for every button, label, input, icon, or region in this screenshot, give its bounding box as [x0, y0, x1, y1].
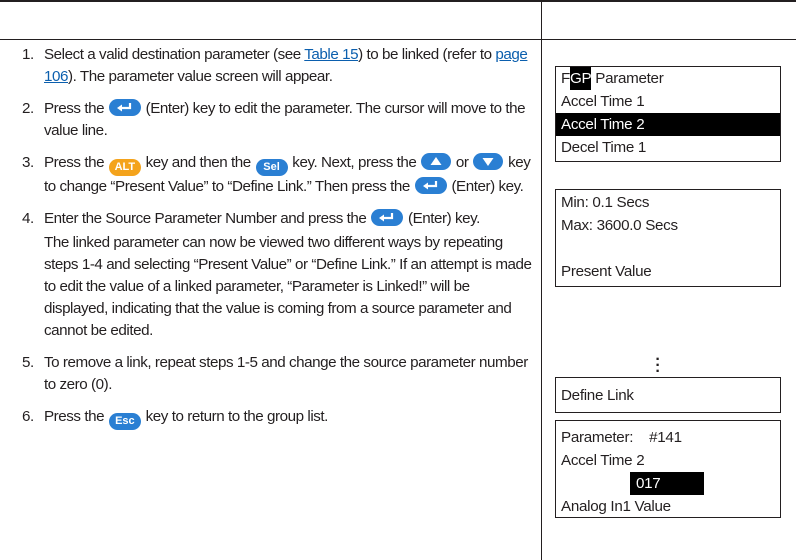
- lcd-min-value: Min: 0.1 Secs: [561, 194, 650, 211]
- lcd-present-value: Present Value: [561, 263, 652, 280]
- step-text: Select a valid destination parameter (se…: [44, 46, 305, 63]
- table-header-rule: [0, 39, 796, 40]
- down-arrow-key-icon: [473, 153, 504, 170]
- alt-key-icon: ALT: [108, 159, 141, 176]
- step-text: or: [452, 154, 473, 171]
- step-number: 4.: [22, 210, 34, 227]
- enter-key-icon: [108, 99, 141, 116]
- lcd-title: FGP Parameter: [556, 67, 780, 90]
- enter-key-icon: [414, 177, 447, 194]
- lcd-max-value: Max: 3600.0 Secs: [561, 217, 678, 234]
- step-text: key. Next, press the: [288, 154, 421, 171]
- step-6: 6. Press the Esc key to return to the gr…: [22, 406, 534, 430]
- step-number: 3.: [22, 154, 34, 171]
- step-text: ) to be linked (refer to: [358, 46, 496, 63]
- step-text: Press the: [44, 100, 108, 117]
- step-text: (Enter) key.: [404, 210, 480, 227]
- step-5: 5. To remove a link, repeat steps 1-5 an…: [22, 352, 534, 396]
- lcd-list-item: Decel Time 1: [561, 139, 647, 156]
- lcd-link-screen: Parameter: #141 Accel Time 2 017 Analog I…: [555, 420, 781, 518]
- lcd-link-value: 017: [630, 472, 704, 495]
- procedure-steps: 1. Select a valid destination parameter …: [22, 44, 534, 430]
- lcd-define-link-label: Define Link: [561, 387, 634, 404]
- step-number: 2.: [22, 100, 34, 117]
- enter-key-icon: [371, 209, 404, 226]
- lcd-blank-line: [556, 237, 780, 260]
- step-number: 1.: [22, 46, 34, 63]
- table-top-rule: [0, 0, 796, 2]
- step-text: key to return to the group list.: [141, 408, 329, 425]
- sel-key-icon: Sel: [255, 159, 288, 176]
- step-2: 2. Press the (Enter) key to edit the par…: [22, 98, 534, 142]
- lcd-parameter-line: Parameter: #141: [561, 429, 682, 446]
- esc-key-icon: Esc: [108, 413, 141, 430]
- step-1: 1. Select a valid destination parameter …: [22, 44, 534, 88]
- step-text: ). The parameter value screen will appea…: [68, 68, 333, 85]
- step-text: To remove a link, repeat steps 1-5 and c…: [44, 354, 528, 393]
- lcd-define-link: Define Link: [555, 377, 781, 413]
- lcd-list-item-selected: Accel Time 2: [556, 113, 780, 136]
- lcd-cursor: P: [581, 67, 592, 90]
- lcd-value-line: 017: [556, 472, 780, 495]
- step-text: key and then the: [141, 154, 255, 171]
- step-text: (Enter) key.: [447, 178, 524, 195]
- lcd-value-screen: Min: 0.1 Secs Max: 3600.0 Secs Present V…: [555, 189, 781, 287]
- step-4: 4. Enter the Source Parameter Number and…: [22, 208, 534, 342]
- step-note: The linked parameter can now be viewed t…: [44, 234, 532, 339]
- lcd-cursor: G: [569, 67, 582, 90]
- lcd-parameter-name: Accel Time 2: [561, 452, 645, 469]
- step-3: 3. Press the ALT key and then the Sel ke…: [22, 152, 534, 198]
- lcd-parameter-list: FGP Parameter Accel Time 1 Accel Time 2 …: [555, 66, 781, 162]
- table-15-link[interactable]: Table 15: [304, 46, 358, 63]
- step-text: Enter the Source Parameter Number and pr…: [44, 210, 371, 227]
- table-column-divider: [541, 0, 542, 560]
- lcd-list-item: Accel Time 1: [561, 93, 645, 110]
- lcd-source-name: Analog In1 Value: [561, 498, 671, 515]
- vertical-ellipsis-icon: · · ·: [655, 351, 661, 380]
- step-number: 6.: [22, 408, 34, 425]
- step-text: Press the: [44, 408, 108, 425]
- up-arrow-key-icon: [421, 153, 452, 170]
- lcd-parameter-number: #141: [649, 429, 682, 446]
- step-text: Press the: [44, 154, 108, 171]
- step-number: 5.: [22, 354, 34, 371]
